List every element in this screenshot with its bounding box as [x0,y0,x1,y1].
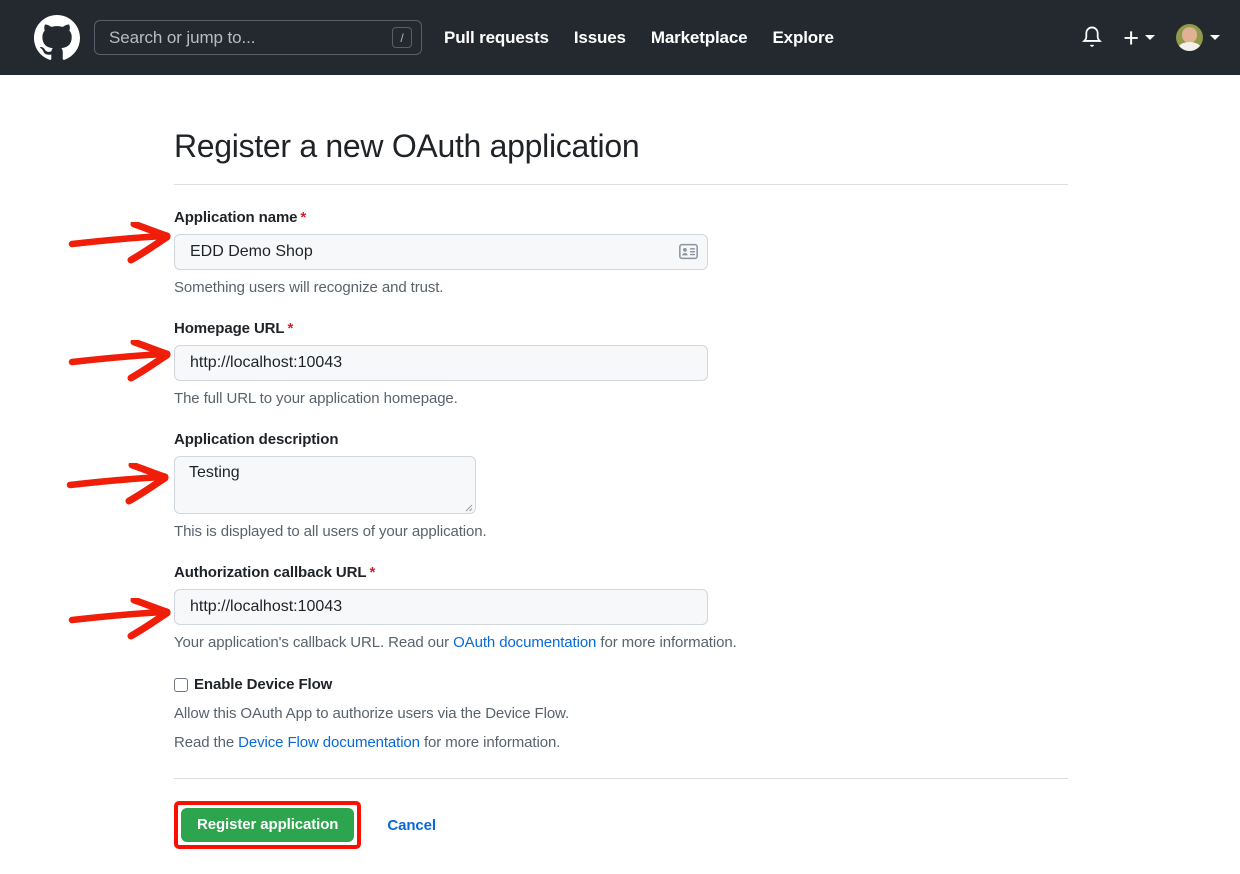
callback-url-help: Your application's callback URL. Read ou… [174,634,1068,651]
callback-url-input-wrap [174,589,708,625]
github-logo-icon[interactable] [34,15,80,61]
homepage-url-input[interactable] [174,345,708,381]
field-homepage-url: Homepage URL* The full URL to your appli… [174,320,1068,407]
search-input[interactable]: Search or jump to... / [94,20,422,55]
device-flow-help-suffix: for more information. [420,734,560,751]
avatar [1176,24,1203,51]
title-divider [174,184,1068,185]
application-description-value: Testing [189,464,240,481]
main-content: Register a new OAuth application Applica… [174,75,1068,849]
register-button-highlight: Register application [174,801,361,849]
nav-item-explore[interactable]: Explore [772,28,833,48]
nav-item-issues[interactable]: Issues [574,28,626,48]
application-description-textarea[interactable]: Testing [174,456,476,514]
homepage-url-input-wrap [174,345,708,381]
device-flow-documentation-link[interactable]: Device Flow documentation [238,734,420,751]
oauth-documentation-link[interactable]: OAuth documentation [453,634,596,651]
annotation-arrow-application-description [66,463,176,515]
callback-help-prefix: Your application's callback URL. Read ou… [174,634,453,651]
required-marker: * [369,564,375,581]
search-placeholder: Search or jump to... [109,28,392,48]
application-name-input[interactable] [174,234,708,270]
actions-divider [174,778,1068,779]
required-marker: * [287,320,293,337]
field-application-name: Application name* Something users will r… [174,209,1068,296]
enable-device-flow-label: Enable Device Flow [194,676,332,693]
callback-url-label: Authorization callback URL* [174,564,1068,581]
enable-device-flow-checkbox[interactable] [174,678,188,692]
header-actions: + [1079,24,1220,51]
chevron-down-icon [1210,35,1220,40]
annotation-arrow-callback-url [68,598,178,650]
register-application-button[interactable]: Register application [181,808,354,842]
search-shortcut-badge: / [392,27,412,48]
application-name-input-wrap [174,234,708,270]
global-header: Search or jump to... / Pull requests Iss… [0,0,1240,75]
nav-item-marketplace[interactable]: Marketplace [651,28,748,48]
application-name-help: Something users will recognize and trust… [174,279,1068,296]
user-menu-button[interactable] [1176,24,1220,51]
bell-icon[interactable] [1079,25,1105,51]
homepage-url-label: Homepage URL* [174,320,1068,337]
chevron-down-icon [1145,35,1155,40]
application-description-help: This is displayed to all users of your a… [174,523,1068,540]
required-marker: * [300,209,306,226]
device-flow-help-prefix: Read the [174,734,238,751]
github-oauth-register-page: Search or jump to... / Pull requests Iss… [0,0,1240,874]
form-actions: Register application Cancel [174,801,1068,849]
nav-item-pull-requests[interactable]: Pull requests [444,28,549,48]
field-callback-url: Authorization callback URL* Your applica… [174,564,1068,651]
device-flow-help-line-2: Read the Device Flow documentation for m… [174,734,1068,751]
resize-handle-icon[interactable] [461,499,473,511]
contact-card-icon [679,242,698,261]
annotation-arrow-application-name [68,222,178,274]
field-application-description: Application description Testing This is … [174,431,1068,540]
application-name-label: Application name* [174,209,1068,226]
callback-url-input[interactable] [174,589,708,625]
cancel-link[interactable]: Cancel [387,817,436,834]
device-flow-checkbox-row[interactable]: Enable Device Flow [174,676,1068,693]
application-description-label: Application description [174,431,1068,448]
callback-help-suffix: for more information. [596,634,736,651]
device-flow-help-line-1: Allow this OAuth App to authorize users … [174,705,1068,722]
create-new-button[interactable]: + [1123,28,1155,48]
homepage-url-help: The full URL to your application homepag… [174,390,1068,407]
primary-nav: Pull requests Issues Marketplace Explore [444,28,834,48]
page-title: Register a new OAuth application [174,75,1068,165]
annotation-arrow-homepage-url [68,340,178,392]
plus-icon: + [1123,28,1139,48]
